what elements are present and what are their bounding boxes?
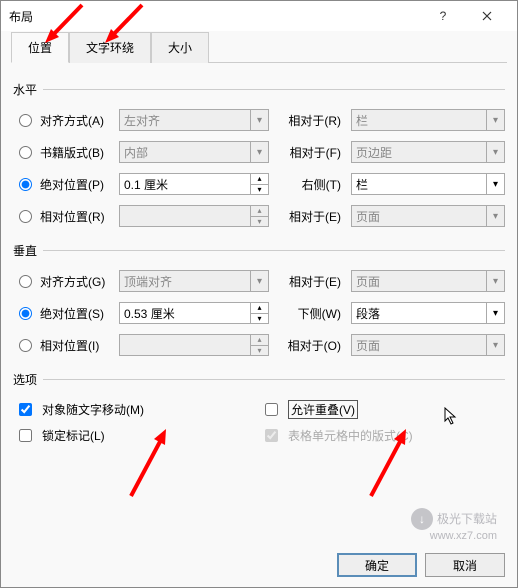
chevron-down-icon: ▾	[250, 110, 268, 130]
close-icon	[482, 11, 492, 21]
v-abs-row: 绝对位置(S) 0.53 厘米▴▾ 下侧(W) 段落▾	[13, 297, 505, 329]
section-vertical: 垂直	[13, 242, 505, 259]
v-rel-spinner: ▴▾	[119, 334, 269, 356]
v-abs-radio[interactable]: 绝对位置(S)	[13, 305, 113, 322]
titlebar: 布局 ?	[1, 1, 517, 31]
h-rel-rel-label: 相对于(E)	[279, 208, 341, 225]
table-layout-label: 表格单元格中的版式(C)	[288, 427, 413, 444]
h-align-rel-combo: 栏▾	[351, 109, 505, 131]
move-with-text-label: 对象随文字移动(M)	[42, 401, 144, 418]
spinner-down-icon[interactable]: ▾	[251, 185, 268, 195]
chevron-down-icon: ▾	[486, 142, 504, 162]
table-layout-checkbox	[265, 429, 278, 442]
cursor-icon	[444, 407, 458, 425]
tab-size[interactable]: 大小	[151, 32, 209, 63]
dialog-title: 布局	[9, 8, 421, 25]
spinner-up-icon: ▴	[251, 335, 268, 346]
help-button[interactable]: ?	[421, 1, 465, 31]
move-with-text-checkbox[interactable]	[19, 403, 32, 416]
v-rel-radio[interactable]: 相对位置(I)	[13, 337, 113, 354]
lock-anchor-label: 锁定标记(L)	[42, 427, 105, 444]
h-book-row: 书籍版式(B) 内部▾ 相对于(F) 页边距▾	[13, 136, 505, 168]
h-rel-row: 相对位置(R) ▴▾ 相对于(E) 页面▾	[13, 200, 505, 232]
content-area: 水平 对齐方式(A) 左对齐▾ 相对于(R) 栏▾ 书籍版式(B) 内部▾ 相对…	[1, 63, 517, 456]
allow-overlap-label: 允许重叠(V)	[288, 400, 358, 419]
allow-overlap-checkbox[interactable]	[265, 403, 278, 416]
close-button[interactable]	[465, 1, 509, 31]
v-align-rel-combo: 页面▾	[351, 270, 505, 292]
options-area: 对象随文字移动(M) 锁定标记(L) 允许重叠(V) 表格单元格中的版式(C)	[13, 396, 505, 448]
chevron-down-icon[interactable]: ▾	[486, 303, 504, 323]
spinner-up-icon: ▴	[251, 206, 268, 217]
h-abs-radio[interactable]: 绝对位置(P)	[13, 176, 113, 193]
spinner-up-icon[interactable]: ▴	[251, 303, 268, 314]
spinner-down-icon[interactable]: ▾	[251, 314, 268, 324]
tab-position[interactable]: 位置	[11, 32, 69, 63]
chevron-down-icon: ▾	[250, 271, 268, 291]
h-abs-spinner[interactable]: 0.1 厘米▴▾	[119, 173, 269, 195]
spinner-down-icon: ▾	[251, 217, 268, 227]
h-rel-rel-combo: 页面▾	[351, 205, 505, 227]
watermark: ↓极光下载站 www.xz7.com	[411, 508, 497, 542]
chevron-down-icon[interactable]: ▾	[486, 174, 504, 194]
h-book-combo: 内部▾	[119, 141, 269, 163]
h-align-radio[interactable]: 对齐方式(A)	[13, 112, 113, 129]
watermark-logo-icon: ↓	[411, 508, 433, 530]
h-rel-radio[interactable]: 相对位置(R)	[13, 208, 113, 225]
h-book-rel-label: 相对于(F)	[279, 144, 341, 161]
footer: 确定 取消	[337, 553, 505, 577]
v-align-row: 对齐方式(G) 顶端对齐▾ 相对于(E) 页面▾	[13, 265, 505, 297]
v-align-rel-label: 相对于(E)	[279, 273, 341, 290]
chevron-down-icon: ▾	[486, 110, 504, 130]
v-abs-spinner[interactable]: 0.53 厘米▴▾	[119, 302, 269, 324]
layout-dialog: 布局 ? 位置 文字环绕 大小 水平 对齐方式(A) 左对齐▾ 相对于(R) 栏…	[0, 0, 518, 588]
v-align-radio[interactable]: 对齐方式(G)	[13, 273, 113, 290]
section-options: 选项	[13, 371, 505, 388]
section-horizontal: 水平	[13, 81, 505, 98]
v-abs-rel-label: 下侧(W)	[279, 305, 341, 322]
h-book-radio[interactable]: 书籍版式(B)	[13, 144, 113, 161]
h-rel-spinner: ▴▾	[119, 205, 269, 227]
tab-strip: 位置 文字环绕 大小	[11, 31, 507, 63]
h-align-combo: 左对齐▾	[119, 109, 269, 131]
spinner-up-icon[interactable]: ▴	[251, 174, 268, 185]
cancel-button[interactable]: 取消	[425, 553, 505, 577]
h-align-rel-label: 相对于(R)	[279, 112, 341, 129]
h-abs-row: 绝对位置(P) 0.1 厘米▴▾ 右侧(T) 栏▾	[13, 168, 505, 200]
v-rel-rel-combo: 页面▾	[351, 334, 505, 356]
spinner-down-icon: ▾	[251, 346, 268, 356]
h-abs-rel-combo[interactable]: 栏▾	[351, 173, 505, 195]
ok-button[interactable]: 确定	[337, 553, 417, 577]
v-rel-row: 相对位置(I) ▴▾ 相对于(O) 页面▾	[13, 329, 505, 361]
tab-text-wrap[interactable]: 文字环绕	[69, 32, 151, 63]
chevron-down-icon: ▾	[486, 335, 504, 355]
h-align-row: 对齐方式(A) 左对齐▾ 相对于(R) 栏▾	[13, 104, 505, 136]
h-book-rel-combo: 页边距▾	[351, 141, 505, 163]
chevron-down-icon: ▾	[486, 271, 504, 291]
chevron-down-icon: ▾	[250, 142, 268, 162]
chevron-down-icon: ▾	[486, 206, 504, 226]
v-rel-rel-label: 相对于(O)	[279, 337, 341, 354]
lock-anchor-checkbox[interactable]	[19, 429, 32, 442]
v-abs-rel-combo[interactable]: 段落▾	[351, 302, 505, 324]
h-abs-rel-label: 右侧(T)	[279, 176, 341, 193]
v-align-combo: 顶端对齐▾	[119, 270, 269, 292]
